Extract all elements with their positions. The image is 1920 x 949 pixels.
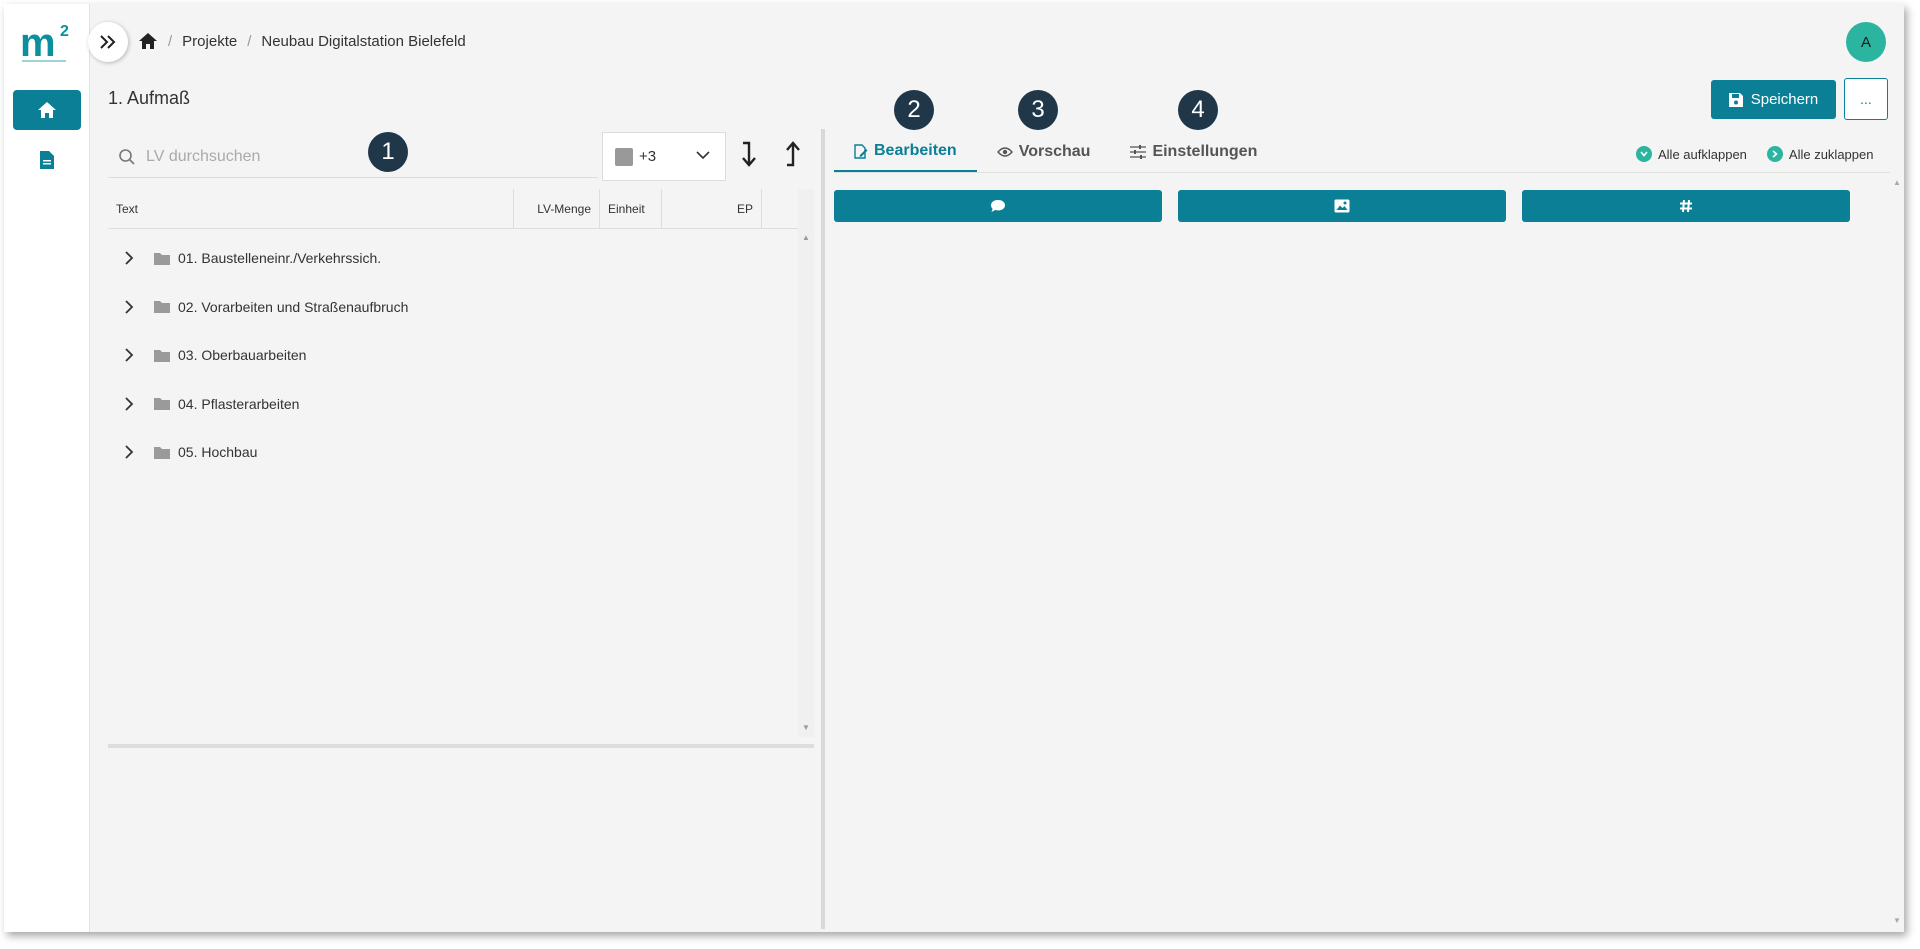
m2-logo: m 2: [20, 21, 69, 65]
chevron-down-circle-icon: [1636, 146, 1652, 162]
filter-dropdown[interactable]: +3: [602, 132, 726, 181]
sliders-icon: [1130, 145, 1147, 159]
tab-einstellungen[interactable]: Einstellungen: [1110, 132, 1277, 172]
home-icon[interactable]: [138, 32, 158, 50]
horizontal-splitter[interactable]: [108, 744, 814, 748]
image-icon: [1334, 199, 1350, 213]
arrow-turn-down-icon: [742, 141, 756, 167]
eye-icon: [996, 147, 1013, 157]
chevron-right-circle-icon: [1766, 146, 1783, 162]
save-button-label: Speichern: [1750, 91, 1819, 108]
expand-sidebar-button[interactable]: [88, 22, 128, 62]
home-icon: [38, 102, 56, 118]
tree-row[interactable]: 03. Oberbauarbeiten: [108, 331, 798, 380]
chevron-right-icon[interactable]: [114, 299, 144, 315]
tab-bearbeiten[interactable]: Bearbeiten: [834, 132, 977, 172]
editor-scrollbar[interactable]: ▲ ▼: [1890, 174, 1904, 932]
folder-icon: [154, 301, 170, 314]
more-button[interactable]: ...: [1844, 78, 1888, 120]
column-header-text[interactable]: Text: [108, 189, 514, 229]
search-input[interactable]: [146, 147, 546, 166]
expand-collapse-links: Alle aufklappen Alle zuklappen: [1636, 146, 1873, 162]
breadcrumb-item-projekte[interactable]: Projekte: [182, 33, 237, 50]
sidebar-item-documents[interactable]: [13, 140, 81, 180]
comment-icon: [991, 200, 1005, 212]
save-icon: [1728, 92, 1743, 107]
search-bar: [108, 136, 598, 178]
chevron-right-icon[interactable]: [114, 347, 144, 363]
sidebar-item-home[interactable]: [13, 90, 81, 130]
folder-icon: [154, 398, 170, 411]
tree-row-label: 02. Vorarbeiten und Straßenaufbruch: [178, 298, 409, 315]
tree-row[interactable]: 05. Hochbau: [108, 428, 798, 477]
arrow-turn-up-icon: [786, 141, 800, 167]
tab-label: Einstellungen: [1152, 143, 1258, 160]
expand-all-label: Alle aufklappen: [1658, 146, 1747, 162]
edit-icon: [854, 143, 868, 159]
annotation-badge-3: 3: [1018, 90, 1058, 130]
collapse-all-label: Alle zuklappen: [1788, 146, 1874, 162]
tree-row-label: 03. Oberbauarbeiten: [178, 347, 307, 364]
breadcrumb: / Projekte / Neubau Digitalstation Biele…: [138, 32, 466, 50]
tree-scrollbar[interactable]: ▲ ▼: [798, 189, 814, 737]
tab-vorschau[interactable]: Vorschau: [977, 132, 1111, 172]
expand-all-link[interactable]: Alle aufklappen: [1636, 146, 1747, 162]
chevron-down-icon: [696, 151, 710, 160]
column-header-lv-menge[interactable]: LV-Menge: [514, 189, 600, 229]
sort-down-button[interactable]: [734, 136, 764, 172]
tree-row-label: 01. Baustelleneinr./Verkehrssich.: [178, 250, 382, 267]
page-title: 1. Aufmaß: [108, 88, 191, 108]
annotation-badge-2: 2: [894, 90, 934, 130]
hashtag-icon: [1680, 199, 1692, 213]
lv-tree: 01. Baustelleneinr./Verkehrssich. 02. Vo…: [108, 234, 798, 477]
sidebar: m 2: [4, 4, 90, 932]
add-image-button[interactable]: [1178, 190, 1506, 222]
svg-text:2: 2: [60, 23, 69, 40]
scroll-down-arrow-icon[interactable]: ▼: [802, 723, 810, 732]
avatar[interactable]: A: [1846, 22, 1886, 62]
annotation-badge-4: 4: [1178, 90, 1218, 130]
breadcrumb-separator: /: [168, 32, 173, 50]
tab-bar-divider: [834, 172, 1890, 173]
document-icon: [40, 151, 54, 169]
save-button[interactable]: Speichern: [1711, 80, 1836, 119]
annotation-badge-1: 1: [368, 132, 408, 172]
tree-row-label: 05. Hochbau: [178, 444, 258, 461]
sort-up-button[interactable]: [778, 136, 808, 172]
column-header-einheit[interactable]: Einheit: [600, 189, 662, 229]
chevron-right-icon[interactable]: [114, 444, 144, 460]
collapse-all-link[interactable]: Alle zuklappen: [1766, 146, 1874, 162]
app-window: m 2 / Projekte / Neubau Digitalstation B…: [4, 4, 1904, 932]
folder-icon: [154, 252, 170, 265]
tree-row[interactable]: 04. Pflasterarbeiten: [108, 380, 798, 429]
tree-row-label: 04. Pflasterarbeiten: [178, 395, 300, 412]
column-header-ep[interactable]: EP: [662, 189, 762, 229]
double-chevron-right-icon: [100, 35, 116, 49]
breadcrumb-item-project[interactable]: Neubau Digitalstation Bielefeld: [261, 33, 465, 50]
search-icon: [119, 148, 135, 165]
breadcrumb-separator: /: [247, 32, 252, 50]
vertical-splitter[interactable]: [821, 129, 825, 929]
tab-label: Vorschau: [1018, 143, 1091, 160]
svg-text:m: m: [20, 21, 56, 65]
add-comment-button[interactable]: [834, 190, 1162, 222]
filter-color-swatch: [615, 147, 633, 166]
chevron-right-icon[interactable]: [114, 396, 144, 412]
tree-row[interactable]: 01. Baustelleneinr./Verkehrssich.: [108, 234, 798, 283]
scroll-up-arrow-icon[interactable]: ▲: [802, 233, 810, 242]
tab-bar: Bearbeiten Vorschau Einstellungen: [834, 132, 1277, 174]
tree-row[interactable]: 02. Vorarbeiten und Straßenaufbruch: [108, 283, 798, 332]
folder-icon: [154, 349, 170, 362]
filter-label: +3: [639, 148, 657, 165]
folder-icon: [154, 446, 170, 459]
chevron-right-icon[interactable]: [114, 250, 144, 266]
add-number-button[interactable]: [1522, 190, 1850, 222]
tab-label: Bearbeiten: [874, 142, 957, 159]
scroll-up-arrow-icon[interactable]: ▲: [1893, 178, 1901, 187]
scroll-down-arrow-icon[interactable]: ▼: [1893, 916, 1901, 925]
table-header: Text LV-Menge Einheit EP: [108, 189, 798, 229]
